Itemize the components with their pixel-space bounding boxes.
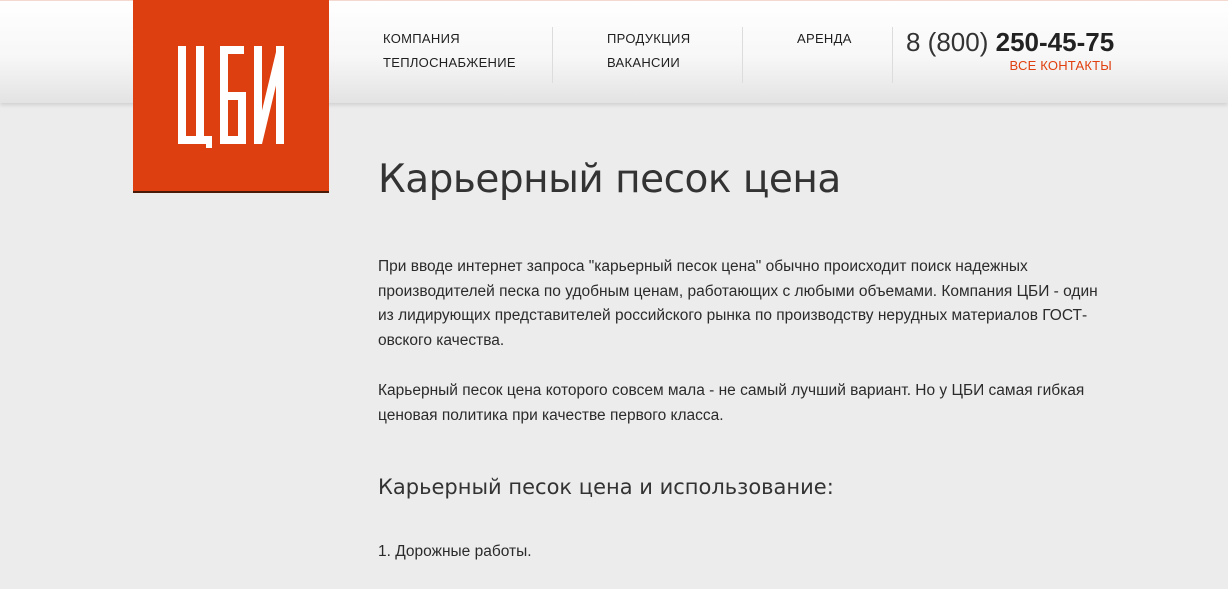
main-content: Карьерный песок цена При вводе интернет …	[378, 150, 1098, 565]
logo-mark	[178, 45, 284, 148]
nav-column-1: КОМПАНИЯ ТЕПЛОСНАБЖЕНИЕ	[383, 27, 516, 83]
nav-link-company[interactable]: КОМПАНИЯ	[383, 27, 516, 51]
page-title: Карьерный песок цена	[378, 157, 841, 202]
intro-paragraph: При вводе интернет запроса "карьерный пе…	[378, 258, 1098, 349]
price-paragraph: Карьерный песок цена которого совсем мал…	[378, 382, 1085, 424]
nav-link-rent[interactable]: АРЕНДА	[797, 27, 852, 51]
nav-link-heating[interactable]: ТЕПЛОСНАБЖЕНИЕ	[383, 51, 516, 75]
nav-link-products[interactable]: ПРОДУКЦИЯ	[607, 27, 690, 51]
nav-column-3: АРЕНДА	[797, 27, 852, 83]
nav-divider	[892, 27, 893, 83]
nav-divider	[742, 27, 743, 83]
nav-column-2: ПРОДУКЦИЯ ВАКАНСИИ	[607, 27, 690, 83]
all-contacts-link[interactable]: ВСЕ КОНТАКТЫ	[1010, 58, 1112, 73]
list-item: 1. Дорожные работы.	[378, 543, 532, 560]
nav-divider	[552, 27, 553, 83]
section-subtitle: Карьерный песок цена и использование:	[378, 475, 834, 499]
nav-link-vacancies[interactable]: ВАКАНСИИ	[607, 51, 690, 75]
company-logo[interactable]	[133, 0, 329, 193]
phone-digits: 250-45-75	[995, 27, 1115, 57]
phone-prefix: 8 (800)	[906, 27, 989, 57]
phone-number[interactable]: 8 (800) 250-45-75	[906, 27, 1114, 57]
